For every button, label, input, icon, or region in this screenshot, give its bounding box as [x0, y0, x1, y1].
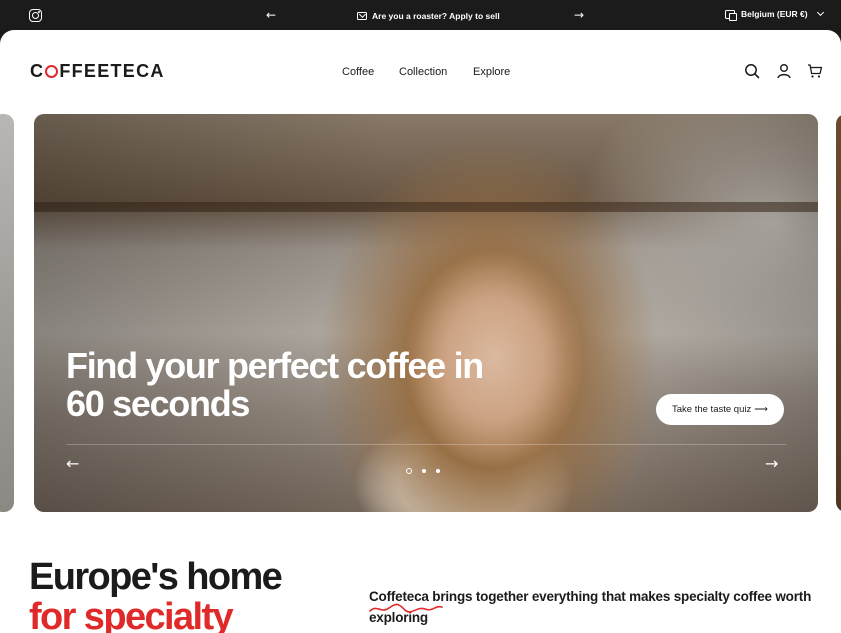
locale-label: Belgium (EUR €)	[741, 9, 808, 19]
carousel-prev-arrow-icon[interactable]: ←	[66, 455, 79, 473]
squiggle-underline-icon	[369, 603, 443, 613]
account-icon[interactable]	[776, 63, 792, 79]
carousel-dot[interactable]	[422, 469, 426, 473]
carousel-dots	[406, 468, 440, 474]
instagram-icon[interactable]	[29, 9, 42, 22]
arrow-right-icon: ⟶	[754, 404, 768, 415]
hero-headline: Find your perfect coffee in 60 seconds	[66, 345, 484, 424]
announcement-text: Are you a roaster? Apply to sell	[372, 11, 500, 21]
intro-text: Coffeteca brings together everything tha…	[369, 586, 819, 628]
intro-title-line2: for specialty	[29, 596, 234, 633]
site-logo[interactable]: C FFEETECA	[30, 61, 165, 82]
nav-coffee[interactable]: Coffee	[342, 66, 374, 78]
chevron-down-icon	[816, 8, 824, 17]
intro-brand: Coffeteca	[369, 589, 443, 613]
cart-icon[interactable]	[807, 63, 823, 79]
intro-title-line1: Europe's home	[29, 556, 283, 598]
currency-icon	[725, 9, 737, 21]
locale-selector[interactable]: Belgium (EUR €)	[725, 8, 824, 21]
logo-text-start: C	[30, 61, 45, 81]
page-content: C FFEETECA Coffee Collection Explore Fin…	[0, 30, 841, 633]
search-icon[interactable]	[744, 63, 760, 79]
carousel-dot[interactable]	[436, 469, 440, 473]
hero-divider	[66, 444, 786, 445]
taste-quiz-label: Take the taste quiz	[672, 404, 752, 415]
carousel-next-arrow-icon[interactable]: →	[765, 455, 778, 473]
hero-slide[interactable]: Find your perfect coffee in 60 seconds T…	[34, 114, 818, 512]
announcement-message[interactable]: Are you a roaster? Apply to sell	[357, 9, 500, 23]
announcement-prev-arrow-icon[interactable]: ←	[266, 7, 276, 23]
nav-explore[interactable]: Explore	[473, 66, 510, 78]
nav-collection[interactable]: Collection	[399, 66, 447, 78]
carousel-prev-slide-peek[interactable]	[0, 114, 14, 512]
logo-text-end: FFEETECA	[59, 61, 165, 81]
announcement-next-arrow-icon[interactable]: →	[574, 7, 584, 23]
hero-image	[34, 114, 818, 512]
logo-cup-icon	[45, 65, 59, 78]
announcement-bar: ← Are you a roaster? Apply to sell → Bel…	[0, 0, 841, 30]
carousel-dot[interactable]	[406, 468, 412, 474]
intro-title: Europe's home for specialty	[29, 556, 283, 633]
carousel-next-slide-peek[interactable]	[836, 114, 841, 512]
taste-quiz-button[interactable]: Take the taste quiz ⟶	[656, 394, 784, 425]
mail-icon	[357, 12, 367, 20]
